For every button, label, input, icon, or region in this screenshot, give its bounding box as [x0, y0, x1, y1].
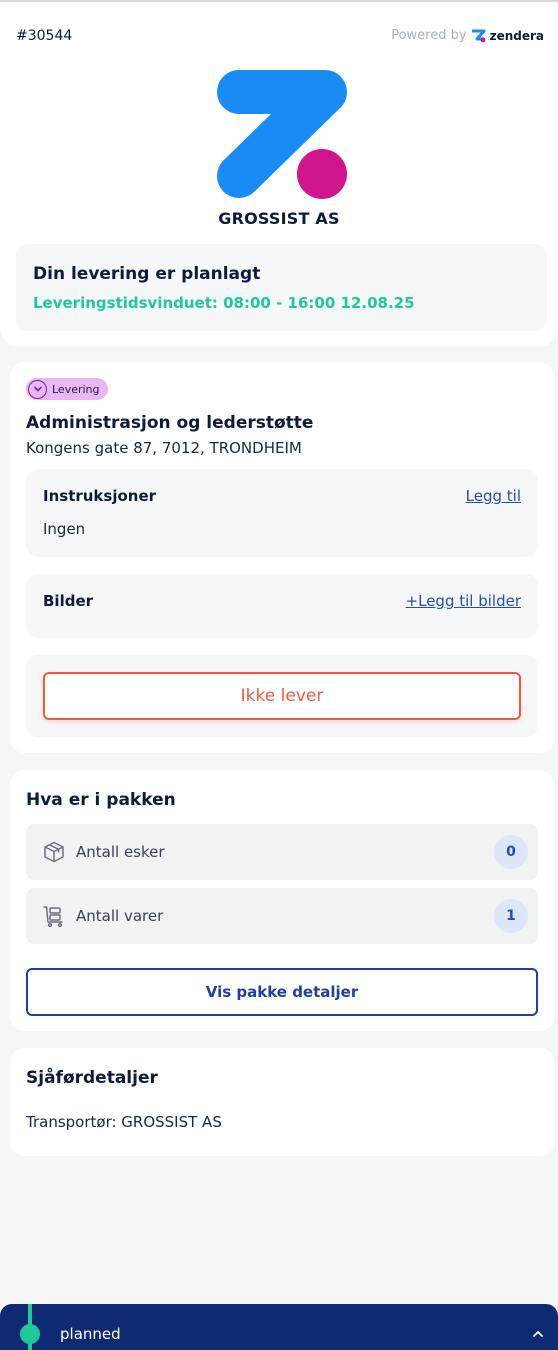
instructions-label: Instruksjoner — [43, 487, 157, 505]
box-count-value: 0 — [494, 835, 528, 869]
add-photos-link[interactable]: +Legg til bilder — [406, 592, 521, 610]
instructions-section: Instruksjoner Legg til Ingen — [26, 469, 538, 557]
item-count-row: Antall varer 1 — [26, 888, 538, 944]
zendera-logo-icon — [471, 29, 486, 42]
delivery-type-badge: Levering — [26, 378, 108, 400]
box-count-row: Antall esker 0 — [26, 824, 538, 880]
chevron-up-icon[interactable] — [532, 1328, 544, 1340]
photos-section: Bilder +Legg til bilder — [26, 574, 538, 638]
do-not-deliver-button[interactable]: Ikke lever — [43, 672, 521, 720]
company-logo-icon — [217, 70, 347, 199]
delivery-card: Levering Administrasjon og lederstøtte K… — [10, 362, 554, 753]
zendera-brand-name: zendera — [489, 28, 544, 43]
item-count-value: 1 — [494, 899, 528, 933]
powered-by-label: Powered by — [391, 28, 467, 43]
delivery-status-box: Din levering er planlagt Leveringstidsvi… — [16, 244, 547, 331]
box-icon — [42, 840, 66, 864]
carrier-info: Transportør: GROSSIST AS — [26, 1113, 222, 1131]
instructions-value: Ingen — [43, 520, 86, 538]
order-id: #30544 — [16, 28, 73, 44]
add-instructions-link[interactable]: Legg til — [466, 487, 521, 505]
box-count-label: Antall esker — [76, 843, 165, 861]
photos-label: Bilder — [43, 592, 94, 610]
powered-by: Powered by zendera — [391, 28, 544, 43]
header-card: #30544 Powered by zendera GROSSIST AS Di… — [0, 2, 558, 346]
cart-icon — [42, 904, 66, 928]
driver-title: Sjåførdetaljer — [26, 1068, 158, 1088]
driver-card: Sjåførdetaljer Transportør: GROSSIST AS — [10, 1048, 554, 1156]
zendera-brand: zendera — [471, 28, 544, 43]
status-bottom-bar[interactable]: planned — [0, 1304, 558, 1350]
timeline-dot-icon — [20, 1324, 40, 1344]
no-deliver-section: Ikke lever — [26, 655, 538, 737]
chevron-down-icon — [28, 379, 47, 399]
package-card: Hva er i pakken Antall esker 0 Antall va… — [10, 770, 554, 1031]
delivery-address: Kongens gate 87, 7012, TRONDHEIM — [26, 439, 302, 457]
show-package-details-button[interactable]: Vis pakke detaljer — [26, 968, 538, 1016]
delivery-status-title: Din levering er planlagt — [33, 264, 261, 284]
tracking-status: planned — [60, 1325, 121, 1343]
recipient-name: Administrasjon og lederstøtte — [26, 413, 314, 433]
item-count-label: Antall varer — [76, 907, 164, 925]
package-title: Hva er i pakken — [26, 790, 176, 810]
badge-label: Levering — [52, 382, 100, 396]
company-name: GROSSIST AS — [218, 209, 340, 228]
delivery-window: Leveringstidsvinduet: 08:00 - 16:00 12.0… — [33, 294, 415, 312]
